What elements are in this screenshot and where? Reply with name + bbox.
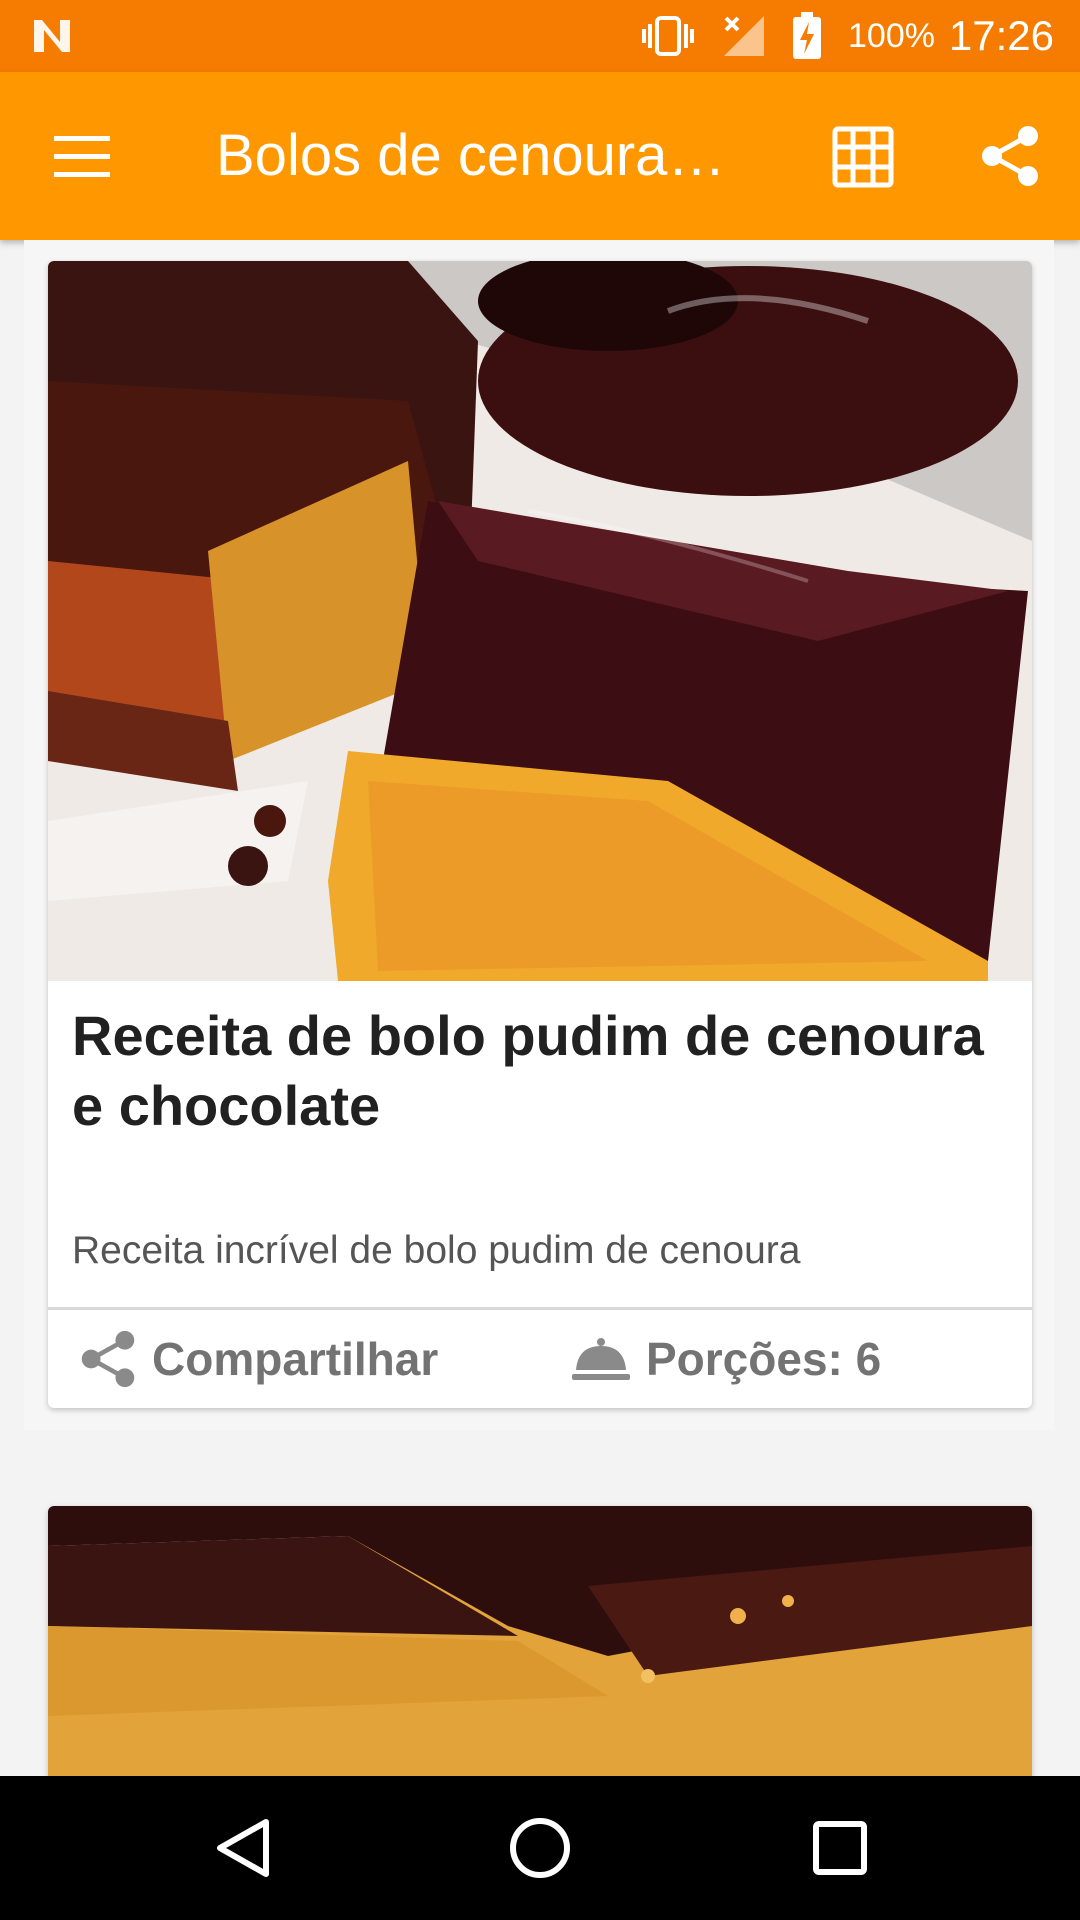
back-icon[interactable] xyxy=(208,1812,280,1884)
app-bar: Bolos de cenoura com... xyxy=(0,72,1080,240)
no-signal-icon xyxy=(724,16,764,56)
recipe-card[interactable]: Receita de bolo pudim de cenoura e choco… xyxy=(48,261,1032,1408)
clock: 17:26 xyxy=(948,12,1054,59)
recipe-description: Receita incrível de bolo pudim de cenour… xyxy=(72,1229,801,1272)
battery-charging-icon xyxy=(793,12,821,59)
recipe-card[interactable] xyxy=(48,1506,1032,1776)
grid-view-icon[interactable] xyxy=(832,126,894,188)
navigation-bar xyxy=(0,1776,1080,1920)
home-icon[interactable] xyxy=(504,1812,576,1884)
page-title: Bolos de cenoura com... xyxy=(216,124,736,188)
share-label: Compartilhar xyxy=(152,1333,439,1385)
serving-dome-icon xyxy=(572,1338,630,1380)
share-recipe-button[interactable]: Compartilhar xyxy=(78,1310,438,1408)
menu-icon[interactable] xyxy=(52,126,112,186)
recipe-image[interactable] xyxy=(48,1506,1032,1776)
share-icon xyxy=(81,1330,135,1388)
n-notification-icon xyxy=(34,20,70,52)
portions-info: Porções: 6 xyxy=(570,1310,881,1408)
recipe-image[interactable] xyxy=(48,261,1032,981)
recents-icon[interactable] xyxy=(804,1812,876,1884)
recipe-title[interactable]: Receita de bolo pudim de cenoura e choco… xyxy=(72,1001,1012,1141)
share-icon[interactable] xyxy=(978,124,1042,188)
card-actions: Compartilhar Porções: 6 xyxy=(48,1310,1032,1408)
recipe-list[interactable]: Receita de bolo pudim de cenoura e choco… xyxy=(0,240,1080,1776)
vibrate-icon xyxy=(642,16,694,56)
status-bar: 100% 17:26 xyxy=(0,0,1080,72)
battery-percentage: 100% xyxy=(848,16,935,55)
portions-label: Porções: 6 xyxy=(646,1333,882,1385)
